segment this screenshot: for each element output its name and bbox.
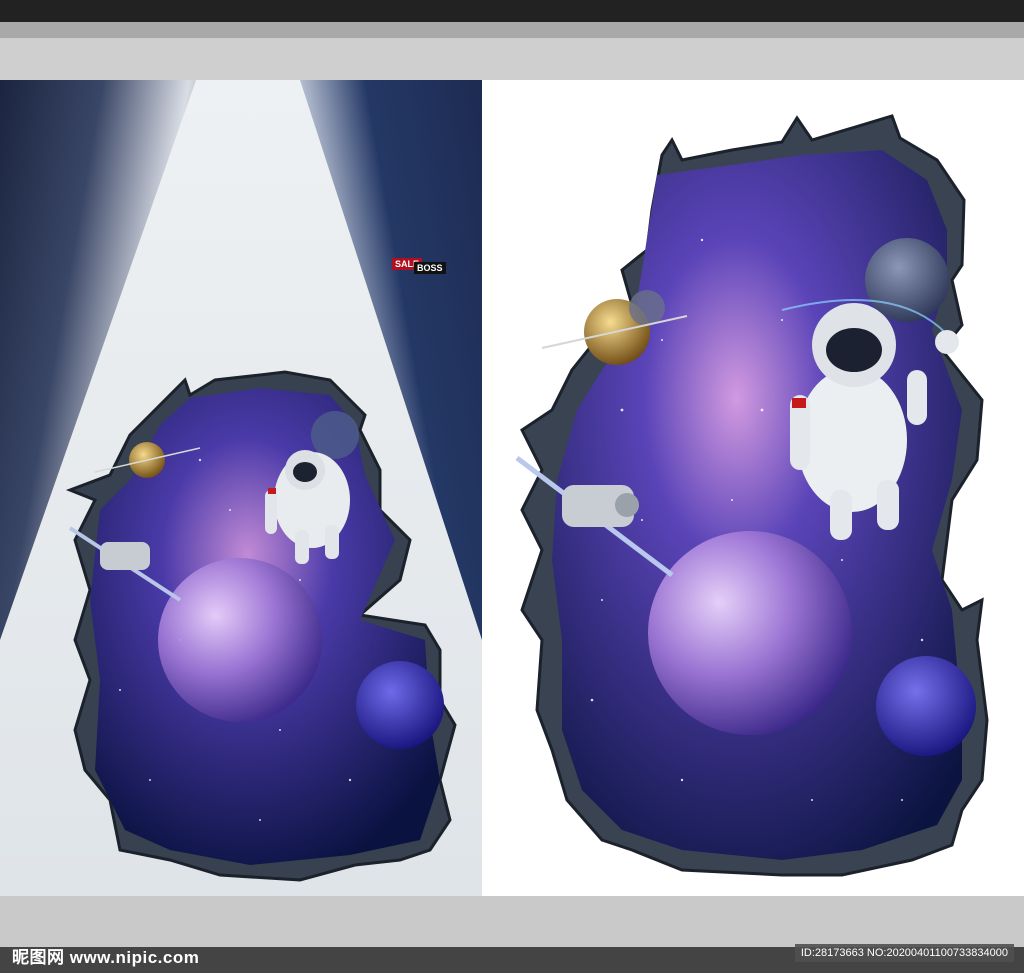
large-planet	[648, 531, 852, 735]
space-artwork	[515, 114, 989, 877]
grey-planet	[311, 411, 359, 459]
id-watermark: ID:28173663 NO:20200401100733834000	[794, 944, 1014, 962]
top-band	[0, 22, 1024, 38]
site-watermark: 昵图网 www.nipic.com	[12, 948, 200, 967]
blue-planet	[356, 661, 444, 749]
blue-earth-planet	[876, 656, 976, 756]
small-grey-planet	[629, 290, 665, 326]
artwork-panel	[482, 80, 1024, 896]
top-bar	[0, 0, 1024, 22]
corridor-render-panel: SALE BOSS	[0, 80, 482, 896]
large-purple-planet	[158, 558, 322, 722]
floor-illustration	[0, 80, 482, 896]
